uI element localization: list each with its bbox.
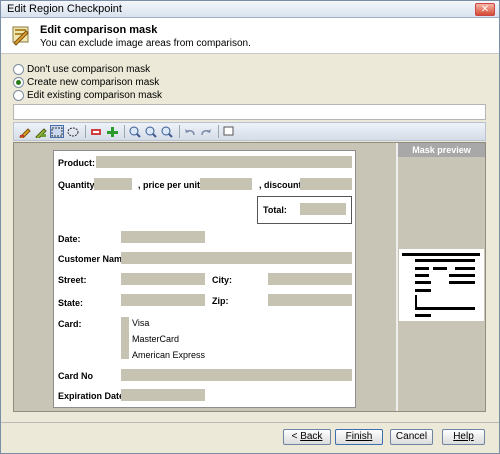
rect-select-icon[interactable] <box>50 125 64 138</box>
footer-divider <box>1 422 499 423</box>
preview-mark <box>415 259 475 262</box>
label-street: Street: <box>58 275 87 285</box>
mask-region[interactable] <box>200 178 252 190</box>
label-total: Total: <box>263 205 287 215</box>
radio-create-mask[interactable] <box>13 77 24 88</box>
redo-icon[interactable] <box>199 125 213 138</box>
label-date: Date: <box>58 234 81 244</box>
title-bar[interactable]: Edit Region Checkpoint ✕ <box>1 1 499 18</box>
mask-add-icon[interactable] <box>105 125 119 138</box>
mask-region[interactable] <box>121 369 352 381</box>
label-card-no: Card No <box>58 371 94 381</box>
preview-mark <box>415 307 475 310</box>
finish-button[interactable]: Finish <box>335 429 383 445</box>
label-card: Card: <box>58 319 82 329</box>
preview-mark <box>449 274 475 277</box>
form-preview-image: Product: Quantity: , price per unit: , d… <box>53 150 356 408</box>
cancel-button-label: Cancel <box>395 431 428 442</box>
option-edit-mask[interactable]: Edit existing comparison mask <box>13 89 162 102</box>
label-state: State: <box>58 298 84 308</box>
mask-preview-title: Mask preview <box>398 143 485 157</box>
mask-region[interactable] <box>268 294 352 306</box>
mask-region[interactable] <box>300 178 352 190</box>
header-title: Edit comparison mask <box>40 24 158 36</box>
preview-mark <box>455 267 475 270</box>
label-price: , price per unit: <box>138 180 204 190</box>
radio-no-mask[interactable] <box>13 64 24 75</box>
option-no-mask-label: Don't use comparison mask <box>27 64 151 75</box>
toolbar-separator <box>179 125 180 138</box>
mask-region[interactable] <box>121 294 205 306</box>
preview-mark <box>415 267 429 270</box>
finish-button-label: Finish <box>345 431 373 442</box>
help-button[interactable]: Help <box>442 429 485 445</box>
mask-remove-icon[interactable] <box>89 125 103 138</box>
ellipse-select-icon[interactable] <box>66 125 80 138</box>
back-button[interactable]: < Back <box>283 429 331 445</box>
pencil-icon[interactable] <box>18 125 32 138</box>
label-product: Product: <box>58 158 95 168</box>
back-button-label: Back <box>300 431 323 442</box>
option-edit-mask-label: Edit existing comparison mask <box>27 90 163 101</box>
toolbar-separator <box>85 125 86 138</box>
undo-icon[interactable] <box>183 125 197 138</box>
preview-mark <box>449 281 475 284</box>
close-icon: ✕ <box>480 4 490 15</box>
pencil-clear-icon[interactable] <box>34 125 48 138</box>
preview-mark <box>415 295 417 307</box>
mask-toolbar <box>13 122 486 141</box>
mask-region[interactable] <box>94 178 132 190</box>
label-city: City: <box>212 275 232 285</box>
card-option-visa: Visa <box>132 318 150 328</box>
zoom-out-icon[interactable] <box>144 125 158 138</box>
label-customer-name: Customer Name: <box>58 254 131 264</box>
wizard-header: Edit comparison mask You can exclude ima… <box>1 18 499 54</box>
toolbar-separator <box>218 125 219 138</box>
preview-mark <box>402 253 480 256</box>
zoom-in-icon[interactable] <box>128 125 142 138</box>
preview-mark <box>415 289 431 292</box>
preview-mark <box>415 274 429 277</box>
label-expiration-date: Expiration Date: <box>58 391 128 401</box>
window-title: Edit Region Checkpoint <box>7 3 122 15</box>
mask-canvas[interactable]: Product: Quantity: , price per unit: , d… <box>13 142 486 412</box>
mask-region[interactable] <box>121 273 205 285</box>
close-button[interactable]: ✕ <box>475 3 495 16</box>
preview-mark <box>433 267 447 270</box>
header-subtitle: You can exclude image areas from compari… <box>40 38 251 49</box>
frame-icon[interactable] <box>222 125 236 138</box>
preview-divider <box>396 143 398 411</box>
mask-region[interactable] <box>121 231 205 243</box>
option-create-mask[interactable]: Create new comparison mask <box>13 76 162 89</box>
mask-path-input[interactable] <box>13 104 486 120</box>
mask-region[interactable] <box>268 273 352 285</box>
help-button-label: Help <box>453 431 474 442</box>
toolbar-separator <box>124 125 125 138</box>
mask-region[interactable] <box>121 317 129 359</box>
preview-mark <box>415 314 431 317</box>
region-checkpoint-dialog: Edit Region Checkpoint ✕ Edit comparison… <box>0 0 500 454</box>
cancel-button[interactable]: Cancel <box>390 429 433 445</box>
label-quantity: Quantity: <box>58 180 98 190</box>
mask-edit-icon <box>12 26 29 46</box>
label-discount: , discount: <box>259 180 305 190</box>
radio-edit-mask[interactable] <box>13 90 24 101</box>
card-option-mastercard: MasterCard <box>132 334 180 344</box>
mask-region[interactable] <box>121 389 205 401</box>
mask-preview-image <box>399 249 484 321</box>
mask-region[interactable] <box>121 252 352 264</box>
label-zip: Zip: <box>212 296 229 306</box>
mask-mode-group: Don't use comparison mask Create new com… <box>13 63 162 102</box>
mask-region[interactable] <box>96 156 352 168</box>
preview-mark <box>415 281 431 284</box>
option-no-mask[interactable]: Don't use comparison mask <box>13 63 162 76</box>
zoom-fit-icon[interactable] <box>160 125 174 138</box>
mask-region[interactable] <box>300 203 346 215</box>
card-option-amex: American Express <box>132 350 206 360</box>
option-create-mask-label: Create new comparison mask <box>27 77 160 88</box>
